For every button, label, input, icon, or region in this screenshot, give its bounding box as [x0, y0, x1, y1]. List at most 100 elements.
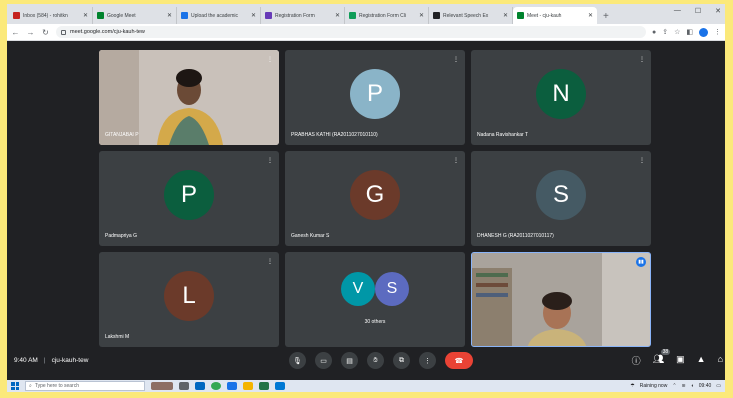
chat-icon[interactable]: ▣ — [676, 354, 685, 367]
participant-tile[interactable]: ▮▮ — [471, 252, 651, 347]
tab-close-icon[interactable]: ✕ — [251, 12, 256, 19]
microphone-button[interactable]: 🎙︎ — [289, 352, 306, 369]
chevron-up-icon[interactable]: ⌃ — [672, 383, 676, 389]
window-controls: — ☐ ✕ — [674, 7, 721, 15]
people-count: 38 — [660, 349, 671, 355]
browser-tab[interactable]: Google Meet ✕ — [93, 7, 177, 24]
tab-close-icon[interactable]: ✕ — [83, 12, 88, 19]
browser-tab[interactable]: Relevant Speech Ex ✕ — [429, 7, 513, 24]
maximize-icon[interactable]: ☐ — [695, 7, 701, 15]
tab-close-icon[interactable]: ✕ — [503, 12, 508, 19]
menu-icon[interactable]: ⋮ — [714, 28, 721, 36]
browser-tab[interactable]: Registration Form ✕ — [261, 7, 345, 24]
mic-off-icon: ⋮ — [639, 158, 645, 164]
tab-favicon-icon — [433, 12, 440, 19]
tab-favicon-icon — [97, 12, 104, 19]
tab-close-icon[interactable]: ✕ — [335, 12, 340, 19]
participant-avatar: P — [350, 68, 400, 119]
self-video — [472, 253, 650, 346]
camera-icon[interactable]: ● — [652, 29, 656, 36]
tab-close-icon[interactable]: ✕ — [419, 12, 424, 19]
tab-close-icon[interactable]: ✕ — [167, 12, 172, 19]
forward-icon[interactable]: → — [26, 28, 35, 37]
store-icon[interactable] — [275, 382, 285, 390]
participant-tile[interactable]: P PRABHAS KATHI (RA2011027010110) ⋮ — [285, 50, 465, 145]
taskbar-search[interactable]: ⌕ Type here to search — [25, 381, 145, 391]
tab-close-icon[interactable]: ✕ — [588, 12, 593, 19]
participant-tile[interactable]: GITANJABAI P ⋮ — [99, 50, 279, 145]
participant-avatar: P — [164, 169, 214, 220]
back-icon[interactable]: ← — [11, 28, 20, 37]
participant-video — [99, 50, 279, 145]
camera-button[interactable]: ▭ — [315, 352, 332, 369]
meeting-code: cju-kauh-tew — [51, 357, 89, 364]
people-icon[interactable]: 👥︎ 38 — [653, 349, 671, 367]
tab-title: Registration Form — [275, 12, 315, 19]
windows-taskbar: ⌕ Type here to search ☂︎ Raining now ⌃ ≋… — [7, 380, 725, 392]
participant-name: Padmapriya G — [105, 233, 137, 239]
windows-start-icon[interactable] — [11, 382, 19, 390]
clock[interactable]: 09:40 — [699, 383, 712, 389]
others-avatar: V — [341, 272, 375, 306]
reload-icon[interactable]: ↻ — [41, 28, 50, 37]
new-tab-icon[interactable]: + — [597, 11, 615, 24]
mic-off-icon: ⋮ — [267, 158, 273, 164]
more-options-button[interactable]: ⋮ — [419, 352, 436, 369]
notifications-icon[interactable]: ▭ — [716, 383, 721, 389]
tab-title: Relevant Speech Ex — [443, 12, 489, 19]
participant-name: Nadana Ravishankar T — [477, 132, 529, 138]
browser-tab[interactable]: Upload the academic ✕ — [177, 7, 261, 24]
extensions-icon[interactable]: ◧ — [686, 28, 693, 36]
participant-tile[interactable]: P Padmapriya G ⋮ — [99, 151, 279, 246]
participant-name: DHANESH G (RA2011027010117) — [477, 233, 554, 239]
browser-tab[interactable]: Inbox (584) - rohitkn ✕ — [9, 7, 93, 24]
taskbar-app-thumbnail[interactable] — [151, 382, 173, 390]
chrome-icon[interactable] — [211, 382, 221, 390]
captions-button[interactable]: ▤ — [341, 352, 358, 369]
tab-favicon-icon — [265, 12, 272, 19]
present-icon: ⧉ — [399, 356, 404, 364]
participant-tile[interactable]: G Ganesh Kumar S ⋮ — [285, 151, 465, 246]
raise-hand-button[interactable]: ✋︎ — [367, 352, 384, 369]
speaking-indicator-icon: ▮▮ — [636, 257, 646, 267]
address-bar[interactable]: meet.google.com/cju-kauh-tew — [56, 26, 646, 38]
leave-call-button[interactable]: ☎︎ — [445, 352, 473, 369]
search-icon: ⌕ — [29, 383, 32, 389]
edge-icon[interactable] — [227, 382, 237, 390]
minimize-icon[interactable]: — — [674, 7, 681, 15]
profile-avatar[interactable] — [699, 27, 708, 37]
microphone-icon: 🎙︎ — [293, 357, 302, 365]
file-explorer-icon[interactable] — [243, 382, 253, 390]
excel-icon[interactable] — [259, 382, 269, 390]
present-button[interactable]: ⧉ — [393, 352, 410, 369]
participant-tile[interactable]: L Lakshmi M ⋮ — [99, 252, 279, 347]
share-icon[interactable]: ⇪ — [662, 28, 668, 36]
wifi-icon[interactable]: ≋ — [682, 383, 686, 389]
browser-tab[interactable]: Meet - cju-kauh ✕ — [513, 7, 597, 24]
participant-name: Ganesh Kumar S — [291, 233, 330, 239]
task-view-icon[interactable] — [179, 382, 189, 390]
info-icon[interactable]: ⓘ — [632, 354, 641, 367]
meeting-time: 9:40 AM — [14, 357, 38, 364]
participant-tile[interactable]: V S 30 others — [285, 252, 465, 347]
participant-tile[interactable]: N Nadana Ravishankar T ⋮ — [471, 50, 651, 145]
browser-tab[interactable]: Registration Form Cli ✕ — [345, 7, 429, 24]
toolbar-icons: ● ⇪ ☆ ◧ ⋮ — [652, 27, 721, 37]
widgets-icon[interactable] — [195, 382, 205, 390]
browser-toolbar: ← → ↻ meet.google.com/cju-kauh-tew ● ⇪ ☆… — [7, 24, 725, 41]
participant-name: PRABHAS KATHI (RA2011027010110) — [291, 132, 378, 138]
weather-text: Raining now — [639, 383, 668, 389]
participant-tile[interactable]: S DHANESH G (RA2011027010117) ⋮ — [471, 151, 651, 246]
meeting-info: 9:40 AM | cju-kauh-tew — [14, 357, 89, 364]
side-controls: ⓘ 👥︎ 38 ▣ ▲ ⌂ — [632, 349, 723, 367]
star-icon[interactable]: ☆ — [674, 28, 680, 36]
tab-title: Google Meet — [107, 12, 136, 19]
close-icon[interactable]: ✕ — [715, 7, 721, 15]
tab-favicon-icon — [13, 12, 20, 19]
tab-title: Upload the academic — [191, 12, 238, 19]
volume-icon[interactable]: ◖ — [691, 383, 694, 389]
tab-title: Meet - cju-kauh — [527, 12, 562, 19]
host-controls-icon[interactable]: ⌂ — [718, 354, 723, 367]
mic-off-icon: ⋮ — [453, 57, 459, 63]
activities-icon[interactable]: ▲ — [697, 354, 706, 367]
